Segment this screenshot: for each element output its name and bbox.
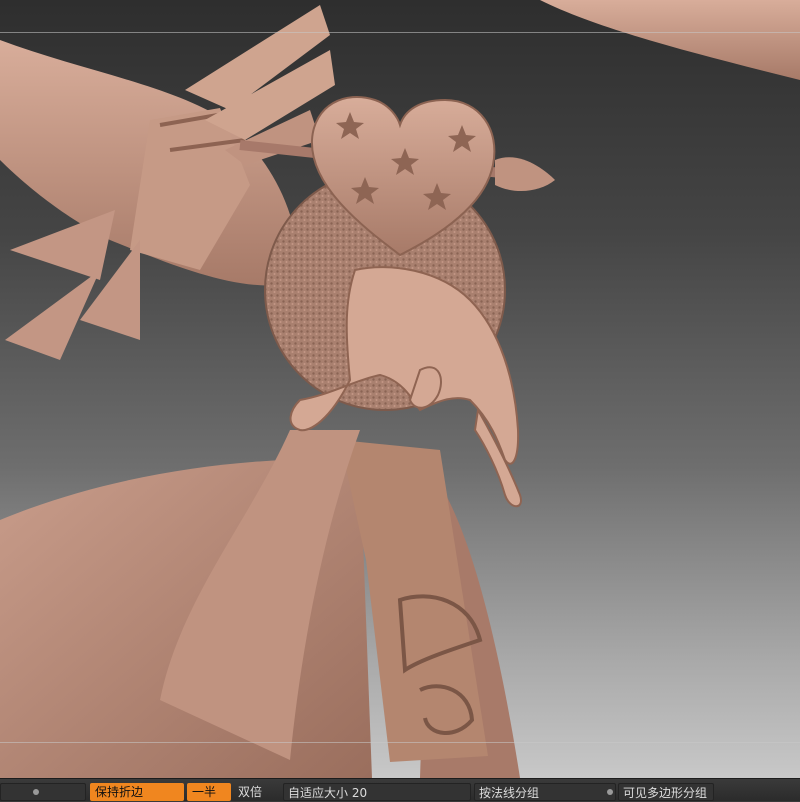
slider-knob-icon[interactable] — [607, 789, 613, 795]
slider-slot[interactable] — [0, 783, 86, 801]
group-by-normals-slider[interactable]: 按法线分组 — [474, 783, 616, 801]
viewport-guide-line — [0, 742, 800, 743]
double-toggle[interactable]: 双倍 — [234, 783, 280, 801]
half-toggle[interactable]: 一半 — [187, 783, 231, 801]
hair-strand — [540, 0, 800, 80]
adaptive-size-label: 自适应大小 — [288, 786, 349, 800]
adaptive-size-slider[interactable]: 自适应大小 20 — [283, 783, 471, 801]
group-visible-polys-button[interactable]: 可见多边形分组 — [618, 783, 714, 801]
keep-crease-toggle[interactable]: 保持折边 — [90, 783, 184, 801]
slider-knob-icon[interactable] — [33, 789, 39, 795]
adaptive-size-value: 20 — [351, 786, 368, 800]
bottom-toolbar: 保持折边 一半 双倍 自适应大小 20 按法线分组 可见多边形分组 — [0, 778, 800, 801]
sculpt-model-render — [0, 0, 800, 778]
3d-viewport[interactable] — [0, 0, 800, 778]
viewport-guide-line — [0, 32, 800, 33]
